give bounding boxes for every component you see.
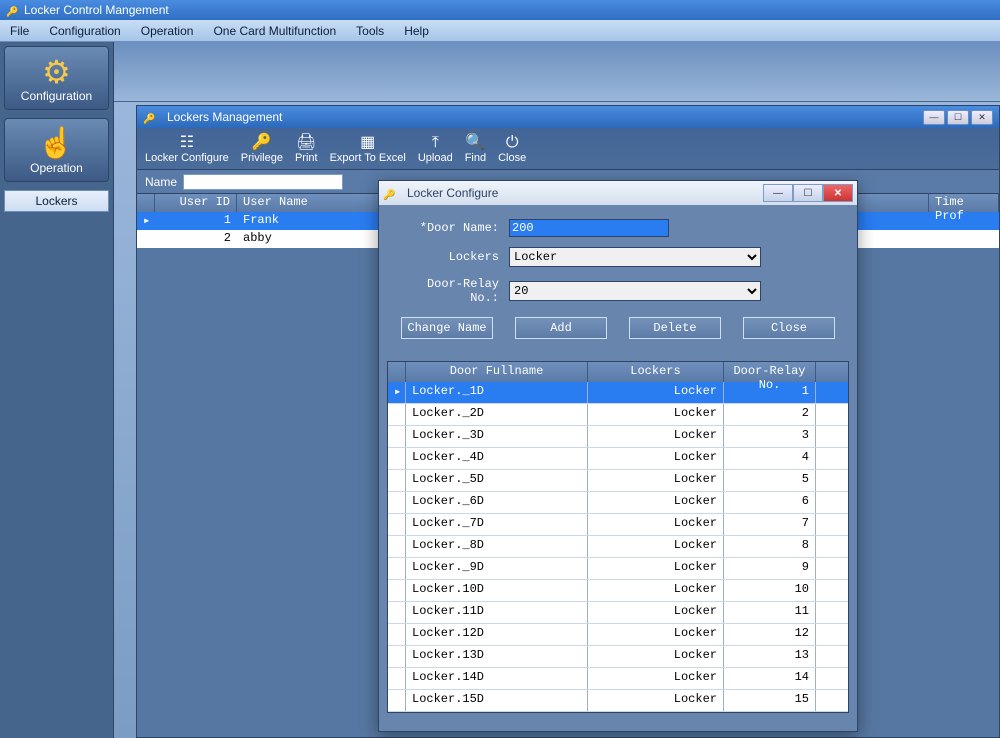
menu-operation[interactable]: Operation: [141, 24, 194, 38]
door-name-input[interactable]: [509, 219, 669, 237]
user-header-id: User ID: [155, 194, 237, 212]
change-name-button[interactable]: Change Name: [401, 317, 493, 339]
toolbar-background: [114, 42, 1000, 102]
relay-select[interactable]: 20: [509, 281, 761, 301]
tool-close[interactable]: ⏻ Close: [498, 134, 526, 164]
door-header-relay: Door-Relay No.: [724, 362, 816, 382]
app-icon: [6, 4, 18, 16]
table-row[interactable]: Locker.13DLocker13: [388, 646, 848, 668]
door-table[interactable]: Door Fullname Lockers Door-Relay No. ▸Lo…: [387, 361, 849, 713]
power-icon: ⏻: [498, 134, 526, 152]
sidebar: ⚙ Configuration ☝️ Operation Lockers: [0, 42, 114, 738]
dialog-close-button[interactable]: ✕: [823, 184, 853, 202]
table-row[interactable]: Locker._3DLocker3: [388, 426, 848, 448]
table-row[interactable]: Locker.12DLocker12: [388, 624, 848, 646]
child-titlebar[interactable]: Lockers Management — ☐ ✕: [137, 106, 999, 128]
child-toolbar: ☷ Locker Configure 🔑 Privilege 🖨 Print ▦…: [137, 128, 999, 170]
search-label: Name: [145, 175, 177, 189]
table-row[interactable]: Locker._6DLocker6: [388, 492, 848, 514]
grid-icon: ☷: [145, 134, 229, 152]
table-row[interactable]: Locker.10DLocker10: [388, 580, 848, 602]
menu-help[interactable]: Help: [404, 24, 429, 38]
table-row[interactable]: Locker._4DLocker4: [388, 448, 848, 470]
excel-icon: ▦: [330, 134, 406, 152]
table-row[interactable]: Locker._8DLocker8: [388, 536, 848, 558]
maximize-button[interactable]: ☐: [947, 110, 969, 125]
menu-tools[interactable]: Tools: [356, 24, 384, 38]
menu-configuration[interactable]: Configuration: [49, 24, 120, 38]
table-row[interactable]: Locker._9DLocker9: [388, 558, 848, 580]
gear-icon: ⚙: [7, 55, 106, 89]
lockers-select[interactable]: Locker: [509, 247, 761, 267]
main-titlebar: Locker Control Mangement: [0, 0, 1000, 20]
tool-upload[interactable]: ⤒ Upload: [418, 134, 453, 164]
minimize-button[interactable]: —: [923, 110, 945, 125]
search-icon: 🔍: [465, 134, 486, 152]
door-name-label: *Door Name:: [399, 221, 499, 235]
dialog-titlebar[interactable]: Locker Configure — ☐ ✕: [379, 181, 857, 205]
tool-find[interactable]: 🔍 Find: [465, 134, 486, 164]
dialog-title: Locker Configure: [407, 186, 498, 200]
sidebar-item-lockers[interactable]: Lockers: [4, 190, 109, 212]
menu-onecard[interactable]: One Card Multifunction: [213, 24, 336, 38]
dialog-maximize-button[interactable]: ☐: [793, 184, 823, 202]
table-row[interactable]: Locker.15DLocker15: [388, 690, 848, 712]
upload-icon: ⤒: [418, 134, 453, 152]
door-header-lockers: Lockers: [588, 362, 724, 382]
sidebar-item-label: Configuration: [21, 89, 92, 103]
tool-export-excel[interactable]: ▦ Export To Excel: [330, 134, 406, 164]
table-row[interactable]: Locker.14DLocker14: [388, 668, 848, 690]
door-table-header: Door Fullname Lockers Door-Relay No.: [388, 362, 848, 382]
sidebar-item-configuration[interactable]: ⚙ Configuration: [4, 46, 109, 110]
relay-label: Door-Relay No.:: [399, 277, 499, 305]
table-row[interactable]: Locker._5DLocker5: [388, 470, 848, 492]
user-header-time: Time Prof: [929, 194, 999, 212]
dialog-icon: [383, 187, 395, 199]
close-button[interactable]: ✕: [971, 110, 993, 125]
table-row[interactable]: Locker.16DLocker16: [388, 712, 848, 713]
sidebar-item-operation[interactable]: ☝️ Operation: [4, 118, 109, 182]
tool-locker-configure[interactable]: ☷ Locker Configure: [145, 134, 229, 164]
table-row[interactable]: Locker.11DLocker11: [388, 602, 848, 624]
tool-print[interactable]: 🖨 Print: [295, 134, 318, 164]
table-row[interactable]: Locker._2DLocker2: [388, 404, 848, 426]
window-icon: [143, 111, 155, 123]
table-row[interactable]: Locker._7DLocker7: [388, 514, 848, 536]
main-menubar: File Configuration Operation One Card Mu…: [0, 20, 1000, 42]
key-icon: 🔑: [241, 134, 283, 152]
delete-button[interactable]: Delete: [629, 317, 721, 339]
menu-file[interactable]: File: [10, 24, 29, 38]
sidebar-item-label: Lockers: [35, 194, 77, 208]
tool-privilege[interactable]: 🔑 Privilege: [241, 134, 283, 164]
lockers-label: Lockers: [399, 250, 499, 264]
door-header-name: Door Fullname: [406, 362, 588, 382]
app-title: Locker Control Mangement: [24, 3, 169, 17]
sidebar-item-label: Operation: [30, 161, 83, 175]
print-icon: 🖨: [295, 134, 318, 152]
child-title: Lockers Management: [167, 110, 282, 124]
search-input[interactable]: [183, 174, 343, 190]
hand-icon: ☝️: [7, 127, 106, 161]
close-button-dialog[interactable]: Close: [743, 317, 835, 339]
locker-configure-dialog: Locker Configure — ☐ ✕ *Door Name: Locke…: [378, 180, 858, 732]
add-button[interactable]: Add: [515, 317, 607, 339]
dialog-minimize-button[interactable]: —: [763, 184, 793, 202]
